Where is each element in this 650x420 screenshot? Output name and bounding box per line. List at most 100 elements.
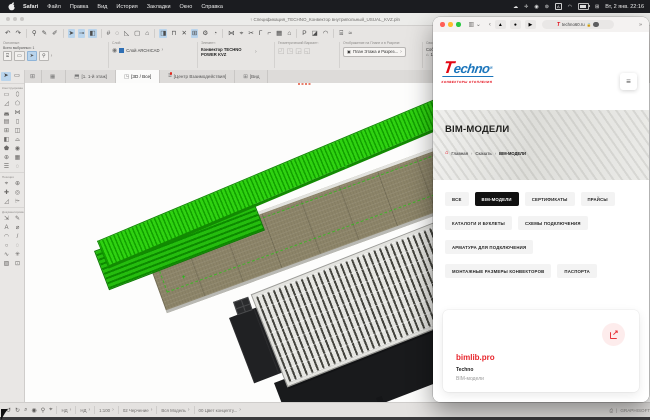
menu-clock[interactable]: Вт, 2 янв. 22:16 <box>605 4 644 10</box>
tool-icon[interactable]: ⋈ <box>12 109 23 118</box>
element-chevron[interactable]: › <box>255 49 257 55</box>
tool-icon[interactable]: ⇲ <box>1 215 12 224</box>
tool-icon[interactable]: ☰ <box>1 163 12 172</box>
toolbar-icon[interactable]: ⊓ <box>170 29 177 38</box>
tool-icon[interactable]: ▯ <box>12 118 23 127</box>
statusbar-icon[interactable]: ◉ <box>31 407 36 414</box>
toolbar-icon[interactable]: ↶ <box>4 29 11 38</box>
tool-icon[interactable]: ✎ <box>12 215 23 224</box>
toolbar-icon[interactable] <box>63 29 64 38</box>
toolbar-icon[interactable]: ✎ <box>41 29 48 38</box>
menu-item[interactable]: Правка <box>70 4 89 10</box>
toolbar-icon[interactable]: Γ <box>258 29 264 38</box>
toolbar-icon[interactable]: ⚙ <box>201 29 209 38</box>
tool-icon[interactable]: ◌ <box>12 242 23 251</box>
menu-app-name[interactable]: Safari <box>23 4 38 10</box>
tool-icon[interactable]: ◉ <box>12 145 23 154</box>
tool-icon[interactable]: ◿ <box>1 100 12 109</box>
tool-icon[interactable]: ◛ <box>1 109 12 118</box>
toolbar-icon[interactable] <box>26 29 27 38</box>
filter-chip[interactable]: ВСЕ <box>445 192 469 206</box>
geometry-variant-icon[interactable]: ◱ <box>304 47 311 55</box>
external-link-button[interactable] <box>602 323 625 346</box>
tool-icon[interactable]: A <box>1 224 12 233</box>
status-icon[interactable]: ⊚ <box>545 4 549 10</box>
toolbar-icon[interactable]: ◌ <box>114 29 120 38</box>
filter-chip[interactable]: АРМАТУРА ДЛЯ ПОДКЛЮЧЕНИЯ <box>445 240 533 254</box>
toolbar-icon[interactable]: ➤ <box>68 29 75 38</box>
more-toolbar-icon[interactable]: » <box>639 22 642 28</box>
extension-badge[interactable] <box>593 22 599 28</box>
layer-value[interactable]: Слой ARCHICAD <box>126 48 159 53</box>
toolbar-icon[interactable]: ◨ <box>159 29 167 38</box>
statusbar-icon[interactable]: ⌖ <box>49 407 52 414</box>
arrow-tool[interactable]: ➤ <box>1 72 11 81</box>
hamburger-menu-button[interactable]: ≡ <box>620 73 637 90</box>
toolbar-icon[interactable]: ✂ <box>247 29 254 38</box>
toolbar-icon[interactable]: ✕ <box>180 29 187 38</box>
menu-item[interactable]: Справка <box>201 4 223 10</box>
home-icon[interactable]: ⌂ <box>445 150 448 156</box>
filter-chip[interactable]: ПРАЙСЫ <box>581 192 615 206</box>
toolbar-icon[interactable] <box>101 29 102 38</box>
wifi-icon[interactable]: ◠ <box>568 4 572 10</box>
scale-control[interactable]: 1:100› <box>99 407 114 413</box>
tool-icon[interactable]: ◎ <box>12 189 23 198</box>
toolbar-icon[interactable]: ▦ <box>275 29 283 38</box>
tool-icon[interactable]: ○ <box>1 242 12 251</box>
menu-item[interactable]: Файл <box>47 4 61 10</box>
filter-chip[interactable]: КАТАЛОГИ И БУКЛЕТЫ <box>445 216 512 230</box>
tool-icon[interactable]: ✳ <box>12 251 23 260</box>
sidebar-toggle-icon[interactable]: ▥ ⌄ <box>469 21 481 28</box>
status-icon[interactable]: ◉ <box>534 4 538 10</box>
tool-icon[interactable]: ◌ <box>12 163 23 172</box>
tool-icon[interactable]: ✚ <box>1 189 12 198</box>
toolbox-section-position[interactable]: Позиция <box>0 172 24 180</box>
download-card[interactable]: bimlib.pro Techno BIM-модели <box>443 310 639 392</box>
tool-icon[interactable]: / <box>12 233 23 242</box>
toolbar-icon[interactable]: ⌂ <box>144 29 150 38</box>
pen-control[interactable]: НД› <box>61 407 71 413</box>
settings-dialog-button[interactable]: ⍃ <box>3 51 12 61</box>
filter-chip[interactable]: МОНТАЖНЫЕ РАЗМЕРЫ КОНВЕКТОРОВ <box>445 264 551 278</box>
geometry-variant-icon[interactable]: ◲ <box>295 47 302 55</box>
tool-icon[interactable]: ⊡ <box>12 260 23 269</box>
filter-chip[interactable]: СХЕМЫ ПОДКЛЮЧЕНИЯ <box>518 216 588 230</box>
toolbar-icon[interactable] <box>333 29 334 38</box>
toolbar-icon[interactable]: P <box>301 29 307 38</box>
toolbox-section-document[interactable]: Документирова <box>0 207 24 215</box>
toolbar-icon[interactable]: ◠ <box>322 29 330 38</box>
toolbar-icon[interactable]: ▢ <box>133 29 141 38</box>
menu-item[interactable]: История <box>116 4 137 10</box>
menu-item[interactable]: Вид <box>97 4 107 10</box>
toolbar-icon[interactable] <box>222 29 223 38</box>
techno-logo[interactable]: Techno® КОНВЕКТОРЫ ОТОПЛЕНИЯ <box>441 60 514 84</box>
safari-window[interactable]: ▥ ⌄ ‹ ▲●▶ T techno60.ru 🔒 » Techno® КОНВ… <box>433 17 649 402</box>
menu-item[interactable]: Закладки <box>147 4 171 10</box>
toolbar-icon[interactable]: ≈ <box>347 29 353 38</box>
status-icon[interactable]: ☁ <box>513 4 518 10</box>
toolbar-icon[interactable]: ◺ <box>123 29 130 38</box>
toolbar-icon[interactable]: ◔ <box>212 29 218 38</box>
model-filter-control[interactable]: Вся Модель› <box>161 407 189 413</box>
breadcrumb-link[interactable]: Главная <box>451 151 468 156</box>
tool-icon[interactable]: ◿ <box>1 198 12 207</box>
layer-chevron[interactable]: › <box>161 47 163 53</box>
display-dropdown[interactable]: ▣План Этажа и Разрез...› <box>343 47 406 57</box>
toolbar-icon[interactable]: ⋈ <box>227 29 236 38</box>
toolbar-icon[interactable]: # <box>106 29 112 38</box>
tool-icon[interactable]: ◠ <box>1 233 12 242</box>
tool-icon[interactable]: ▤ <box>1 118 12 127</box>
menu-item[interactable]: Окно <box>180 4 193 10</box>
tool-icon[interactable]: ⬠ <box>12 100 23 109</box>
expand-chevron[interactable]: › <box>51 53 53 59</box>
pen-set-control[interactable]: 02 Черчение› <box>123 407 153 413</box>
marquee-tool[interactable]: ▭ <box>12 72 22 81</box>
toolbar-icon[interactable] <box>154 29 155 38</box>
toolbar-icon[interactable] <box>296 29 297 38</box>
status-icon[interactable]: ✛ <box>524 4 528 10</box>
tool-icon[interactable]: ⌓ <box>12 136 23 145</box>
toolbar-icon[interactable]: ⊸ <box>78 29 85 38</box>
card-title-link[interactable]: bimlib.pro <box>456 353 495 362</box>
tool-icon[interactable]: ◫ <box>12 127 23 136</box>
